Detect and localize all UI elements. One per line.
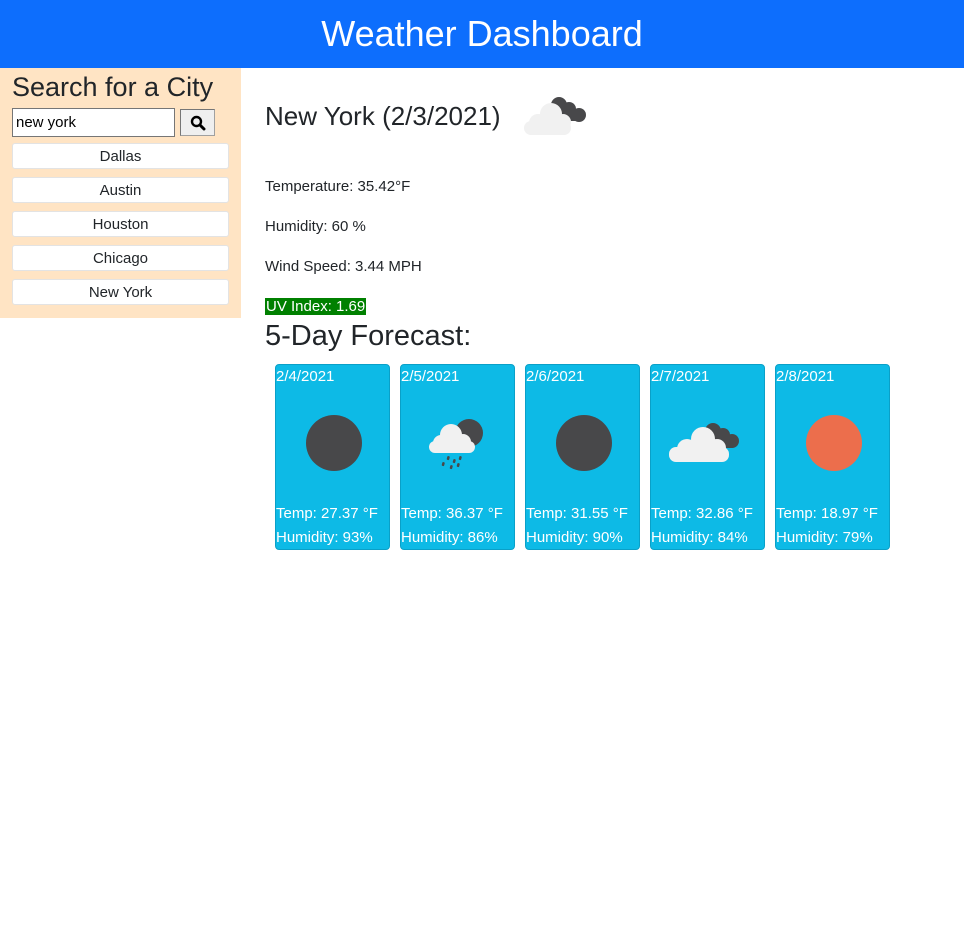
forecast-temp: Temp: 31.55 °F bbox=[526, 505, 628, 522]
forecast-title: 5-Day Forecast: bbox=[265, 320, 472, 352]
forecast-card: 2/4/2021 Temp: 27.37 °F Humidity: 93% bbox=[275, 364, 390, 550]
clear-sun-icon bbox=[806, 415, 862, 471]
forecast-date: 2/8/2021 bbox=[776, 368, 835, 385]
app-header: Weather Dashboard bbox=[0, 0, 964, 68]
rain-night-icon bbox=[429, 419, 483, 470]
forecast-card: 2/5/2021 Temp: 36.37 °F Humidity: 86% bbox=[400, 364, 515, 550]
broken-clouds-icon bbox=[669, 423, 739, 462]
search-sidebar: Search for a City Dallas Austin Houston … bbox=[0, 68, 241, 318]
search-button[interactable] bbox=[180, 109, 215, 136]
forecast-date: 2/5/2021 bbox=[401, 368, 460, 385]
city-button-new-york[interactable]: New York bbox=[12, 279, 229, 305]
forecast-card: 2/6/2021 Temp: 31.55 °F Humidity: 90% bbox=[525, 364, 640, 550]
forecast-date: 2/7/2021 bbox=[651, 368, 710, 385]
forecast-humidity: Humidity: 86% bbox=[401, 529, 498, 546]
current-wind-speed: Wind Speed: 3.44 MPH bbox=[265, 258, 422, 275]
uv-index-badge: UV Index: 1.69 bbox=[265, 298, 367, 315]
forecast-card: 2/7/2021 Temp: 32.86 °F Humidity: 84% bbox=[650, 364, 765, 550]
city-history-list: Dallas Austin Houston Chicago New York bbox=[12, 143, 229, 305]
forecast-temp: Temp: 27.37 °F bbox=[276, 505, 378, 522]
forecast-card: 2/8/2021 Temp: 18.97 °F Humidity: 79% bbox=[775, 364, 890, 550]
city-button-chicago[interactable]: Chicago bbox=[12, 245, 229, 271]
current-weather-header: New York (2/3/2021) bbox=[265, 68, 945, 158]
current-city-title: New York (2/3/2021) bbox=[265, 100, 501, 131]
search-row bbox=[12, 108, 229, 137]
weather-main: New York (2/3/2021) Temperature: 35.42°F… bbox=[265, 68, 945, 550]
forecast-date: 2/4/2021 bbox=[276, 368, 335, 385]
broken-clouds-icon bbox=[523, 97, 586, 135]
app-title: Weather Dashboard bbox=[321, 13, 643, 54]
city-button-dallas[interactable]: Dallas bbox=[12, 143, 229, 169]
forecast-humidity: Humidity: 79% bbox=[776, 529, 873, 546]
search-icon bbox=[190, 115, 205, 130]
forecast-temp: Temp: 18.97 °F bbox=[776, 505, 878, 522]
clear-night-icon bbox=[306, 415, 362, 471]
forecast-date: 2/6/2021 bbox=[526, 368, 585, 385]
forecast-humidity: Humidity: 84% bbox=[651, 529, 748, 546]
forecast-temp: Temp: 32.86 °F bbox=[651, 505, 753, 522]
city-button-houston[interactable]: Houston bbox=[12, 211, 229, 237]
search-heading: Search for a City bbox=[12, 72, 214, 102]
current-temperature: Temperature: 35.42°F bbox=[265, 178, 411, 195]
forecast-cards: 2/4/2021 Temp: 27.37 °F Humidity: 93% 2/… bbox=[275, 364, 900, 550]
city-search-input[interactable] bbox=[12, 108, 175, 137]
city-button-austin[interactable]: Austin bbox=[12, 177, 229, 203]
clear-night-icon bbox=[556, 415, 612, 471]
forecast-humidity: Humidity: 90% bbox=[526, 529, 623, 546]
forecast-temp: Temp: 36.37 °F bbox=[401, 505, 503, 522]
current-humidity: Humidity: 60 % bbox=[265, 218, 366, 235]
forecast-humidity: Humidity: 93% bbox=[276, 529, 373, 546]
